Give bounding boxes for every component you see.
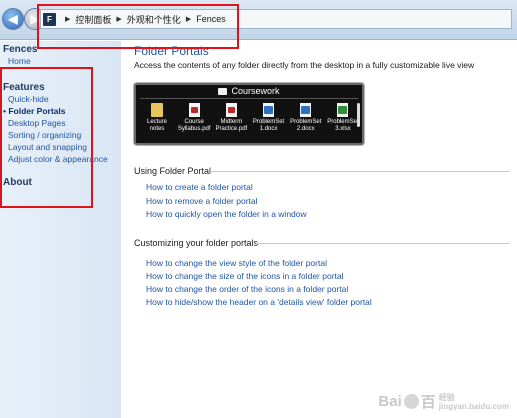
link-create-portal[interactable]: How to create a folder portal <box>146 182 253 192</box>
back-button[interactable]: ◀ <box>2 8 24 30</box>
portal-file-list: Lecture notes Course Syllabus.pdf Midter… <box>139 103 361 133</box>
portal-file: ProblemSet 1.docx <box>251 103 287 133</box>
link-change-icon-order[interactable]: How to change the order of the icons in … <box>146 284 348 294</box>
paw-icon <box>403 394 419 409</box>
excel-file-icon <box>337 103 349 117</box>
portal-header: Coursework <box>136 86 362 96</box>
section-divider <box>256 243 510 244</box>
portal-scrollbar <box>357 103 360 127</box>
pdf-file-icon <box>188 103 200 117</box>
portal-divider <box>140 98 358 99</box>
watermark-logo: Bai 百 经验 jingyan.baidu.com <box>378 392 509 412</box>
folder-portal-preview: Coursework Lecture notes Course Syllabus… <box>134 83 364 145</box>
word-file-icon <box>263 103 275 117</box>
annotation-box-features <box>0 67 93 208</box>
portal-file: ProblemSet 2.docx <box>288 103 324 133</box>
section-divider <box>210 171 510 172</box>
main-content: Folder Portals Access the contents of an… <box>121 41 517 418</box>
section-heading-using: Using Folder Portal <box>134 166 212 176</box>
word-file-icon <box>300 103 312 117</box>
portal-file: Midterm Practice.pdf <box>213 103 249 133</box>
link-remove-portal[interactable]: How to remove a folder portal <box>146 196 258 206</box>
pdf-file-icon <box>225 103 237 117</box>
link-hide-show-header[interactable]: How to hide/show the header on a 'detail… <box>146 297 372 307</box>
sidebar-item-home[interactable]: Home <box>8 56 31 66</box>
sidebar-heading-fences: Fences <box>3 44 38 55</box>
annotation-box-address <box>37 4 239 49</box>
link-change-view-style[interactable]: How to change the view style of the fold… <box>146 258 327 268</box>
folder-icon <box>218 87 228 95</box>
back-arrow-icon: ◀ <box>8 12 18 26</box>
portal-file: Lecture notes <box>139 103 175 133</box>
folder-icon <box>151 103 163 117</box>
page-subtitle: Access the contents of any folder direct… <box>134 60 475 70</box>
section-heading-customizing: Customizing your folder portals <box>134 238 259 248</box>
link-change-icon-size[interactable]: How to change the size of the icons in a… <box>146 271 344 281</box>
portal-file: Course Syllabus.pdf <box>176 103 212 133</box>
portal-file: ProblemSet 3.xlsx <box>325 103 361 133</box>
link-open-in-window[interactable]: How to quickly open the folder in a wind… <box>146 209 307 219</box>
